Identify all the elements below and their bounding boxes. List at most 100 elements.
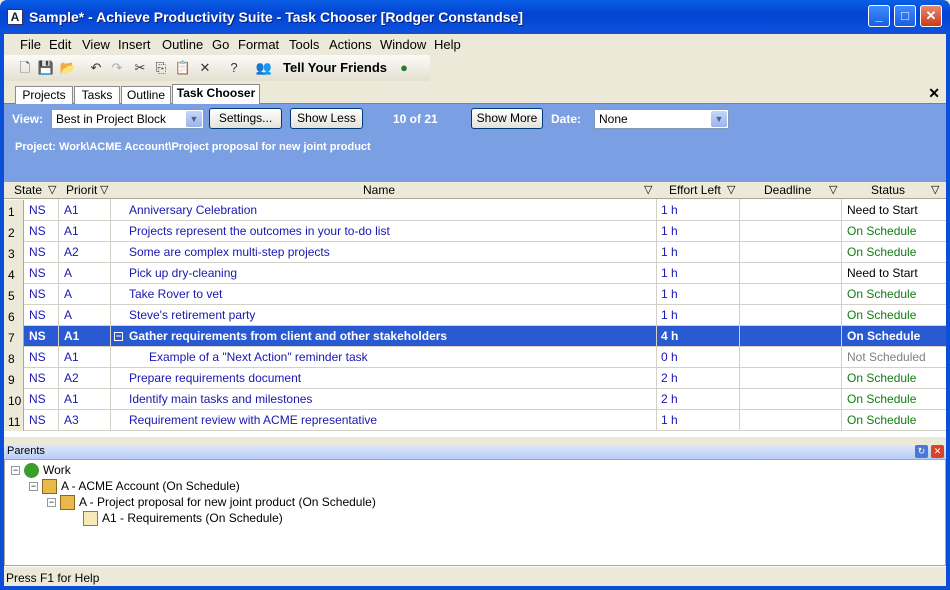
col-state[interactable]: State [14,183,42,197]
menu-insert[interactable]: Insert [118,37,151,52]
table-row[interactable]: 6 NS A Steve's retirement party 1 h On Schedu… [4,305,946,326]
minimize-button[interactable]: _ [868,5,890,27]
table-row[interactable]: 3 NS A2 Some are complex multi-step project… [4,242,946,263]
help-icon[interactable]: ? [225,59,243,77]
row-number: 8 [4,347,24,368]
chooser-panel: View: Best in Project Block ▼ Settings..… [4,104,946,182]
collapse-icon[interactable]: − [47,498,56,508]
undo-icon[interactable]: ↶ [87,59,105,77]
check-icon [24,463,39,479]
table-row[interactable]: 11 NS A3 Requirement review with ACME repre… [4,410,946,431]
cell-name: Requirement review with ACME representat… [129,413,378,427]
globe-icon[interactable]: ● [395,59,413,77]
menu-actions[interactable]: Actions [329,37,372,52]
tab-tasks[interactable]: Tasks [74,86,120,104]
save-icon[interactable]: 💾 [37,59,55,77]
filter-icon[interactable]: ▽ [931,183,939,196]
cell-priority: A [64,287,73,301]
menu-format[interactable]: Format [238,37,279,52]
splitter[interactable] [4,437,946,445]
tree-item-requirements[interactable]: A1 - Requirements (On Schedule) [83,511,283,527]
filter-icon[interactable]: ▽ [100,183,108,196]
cell-status: Need to Start [847,266,918,280]
show-more-button[interactable]: Show More [471,108,543,129]
filter-icon[interactable]: ▽ [48,183,56,196]
close-button[interactable]: ✕ [920,5,942,27]
cell-priority: A1 [64,350,79,364]
show-less-button[interactable]: Show Less [290,108,363,129]
tree-item-work[interactable]: − Work [11,463,71,479]
cut-icon[interactable]: ✂ [131,59,149,77]
cell-priority: A1 [64,329,80,343]
cell-name: Gather requirements from client and othe… [129,329,448,343]
menu-file[interactable]: File [20,37,41,52]
cell-effort: 1 h [661,287,678,301]
col-name[interactable]: Name [363,183,395,197]
tab-projects[interactable]: Projects [15,86,73,104]
grid-header: State ▽ Priorit ▽ Name ▽ Effort Left ▽ D… [4,182,946,199]
cell-priority: A1 [64,224,79,238]
close-tab-icon[interactable]: ✕ [928,85,940,102]
col-deadline[interactable]: Deadline [764,183,811,197]
copy-icon[interactable]: ⎘ [152,59,170,77]
date-select[interactable]: None ▼ [594,109,729,129]
table-row[interactable]: 8 NS A1 Example of a "Next Action" reminder… [4,347,946,368]
delete-icon[interactable]: ✕ [196,59,214,77]
menu-go[interactable]: Go [212,37,229,52]
new-icon[interactable]: 🗋 [16,59,34,77]
filter-icon[interactable]: ▽ [727,183,735,196]
settings-button[interactable]: Settings... [209,108,282,129]
cell-name: Take Rover to vet [129,287,223,301]
refresh-icon[interactable]: ↻ [915,445,928,458]
cell-priority: A1 [64,203,79,217]
chevron-down-icon[interactable]: ▼ [711,111,727,127]
row-number: 6 [4,305,24,326]
table-row[interactable]: 5 NS A Take Rover to vet 1 h On Schedule [4,284,946,305]
collapse-icon[interactable]: − [114,332,123,341]
menu-edit[interactable]: Edit [49,37,71,52]
open-folder-icon[interactable]: 📂 [59,59,77,77]
cell-effort: 1 h [661,413,678,427]
redo-icon[interactable]: ↷ [108,59,126,77]
tab-task-chooser[interactable]: Task Chooser [172,84,260,105]
collapse-icon[interactable]: − [11,466,20,476]
parents-title: Parents [7,445,45,457]
menu-help[interactable]: Help [434,37,461,52]
cell-name: Projects represent the outcomes in your … [129,224,390,238]
close-icon[interactable]: ✕ [931,445,944,458]
filter-icon[interactable]: ▽ [644,183,652,196]
cell-status: Need to Start [847,203,918,217]
col-status[interactable]: Status [871,183,905,197]
filter-icon[interactable]: ▽ [829,183,837,196]
table-row[interactable]: 10 NS A1 Identify main tasks and milestones… [4,389,946,410]
cell-effort: 1 h [661,266,678,280]
tree-item-proposal[interactable]: − A - Project proposal for new joint prod… [47,495,376,511]
tab-strip: Projects Tasks Outline Task Chooser ✕ [4,84,946,105]
table-row[interactable]: 9 NS A2 Prepare requirements document 2 h On … [4,368,946,389]
table-row[interactable]: 4 NS A Pick up dry-cleaning 1 h Need to Start [4,263,946,284]
table-row[interactable]: 2 NS A1 Projects represent the outcomes in … [4,221,946,242]
view-select-value: Best in Project Block [56,112,167,126]
cell-state: NS [29,392,46,406]
menu-outline[interactable]: Outline [162,37,203,52]
tree-item-acme[interactable]: − A - ACME Account (On Schedule) [29,479,240,495]
date-select-value: None [599,112,628,126]
tab-outline[interactable]: Outline [121,86,171,104]
menu-view[interactable]: View [82,37,110,52]
tell-friends-button[interactable]: Tell Your Friends [283,60,387,75]
cell-state: NS [29,371,46,385]
paste-icon[interactable]: 📋 [174,59,192,77]
table-row[interactable]: 7 NS A1 − Gather requirements from client an… [4,326,946,347]
maximize-button[interactable]: □ [894,5,916,27]
col-priority[interactable]: Priorit [66,183,97,197]
collapse-icon[interactable]: − [29,482,38,492]
chevron-down-icon[interactable]: ▼ [186,111,202,127]
table-row[interactable]: 1 NS A1 Anniversary Celebration 1 h Need to S… [4,200,946,221]
col-effort-left[interactable]: Effort Left [669,183,721,197]
menu-window[interactable]: Window [380,37,426,52]
cell-name: Example of a "Next Action" reminder task [149,350,368,364]
view-select[interactable]: Best in Project Block ▼ [51,109,204,129]
friends-icon[interactable]: 👥 [255,59,273,77]
cell-state: NS [29,224,46,238]
menu-tools[interactable]: Tools [289,37,319,52]
